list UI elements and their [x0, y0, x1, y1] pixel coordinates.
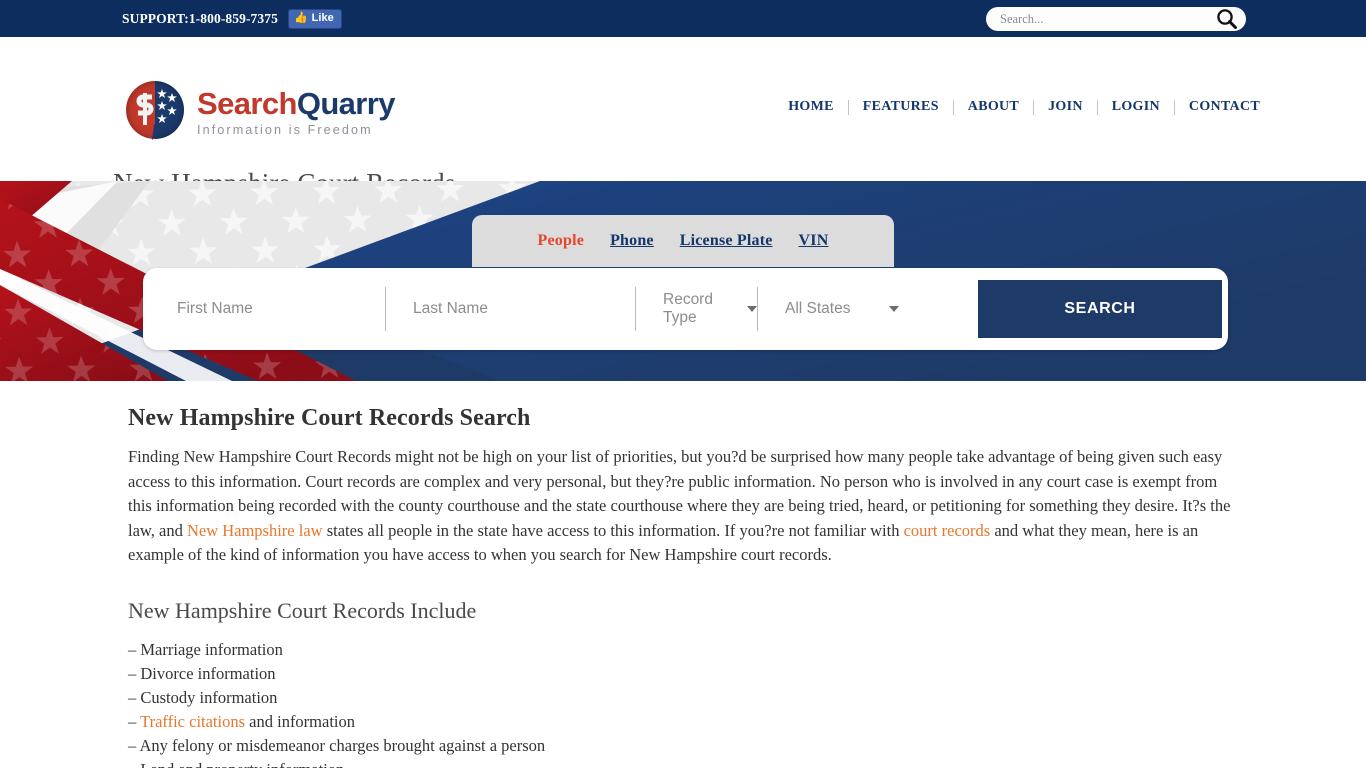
top-utility-bar: SUPPORT:1-800-859-7375 👍 Like — [0, 0, 1366, 37]
list-bullet: – — [128, 663, 141, 683]
list-item: – Divorce information — [128, 662, 1238, 686]
logo-wordmark: SearchQuarry Information is Freedom — [197, 88, 395, 137]
tab-people[interactable]: People — [538, 232, 585, 250]
first-name-field[interactable] — [149, 281, 385, 337]
topbar-left-group: SUPPORT:1-800-859-7375 👍 Like — [122, 8, 342, 29]
chevron-down-icon — [747, 306, 757, 312]
paragraph-part-2: states all people in the state have acce… — [322, 520, 904, 540]
nav-item-about[interactable]: ABOUT — [954, 99, 1033, 115]
record-type-field[interactable]: Record Type — [635, 281, 757, 337]
list-item-text: and information — [245, 711, 356, 731]
link-new-hampshire-law[interactable]: New Hampshire law — [187, 521, 323, 540]
list-item: – Land and property information — [128, 758, 1238, 768]
list-item: – Marriage information — [128, 638, 1238, 662]
nav-item-features[interactable]: FEATURES — [849, 99, 953, 115]
site-search-input[interactable] — [1000, 11, 1214, 27]
nav-item-contact[interactable]: CONTACT — [1175, 99, 1274, 115]
section-title: New Hampshire Court Records Search — [128, 405, 531, 431]
list-item: – Traffic citations and information — [128, 710, 1238, 734]
facebook-like-button[interactable]: 👍 Like — [287, 8, 342, 29]
list-item: – Any felony or misdemeanor charges brou… — [128, 734, 1238, 758]
site-header: SearchQuarry Information is Freedom HOME… — [0, 37, 1366, 198]
record-type-select[interactable]: Record Type — [663, 291, 757, 327]
intro-paragraph: Finding New Hampshire Court Records migh… — [128, 445, 1238, 568]
search-button[interactable]: SEARCH — [978, 280, 1222, 338]
nav-item-login[interactable]: LOGIN — [1098, 99, 1174, 115]
logo-tagline: Information is Freedom — [197, 122, 373, 137]
logo-badge-icon — [126, 81, 188, 143]
nav-item-join[interactable]: JOIN — [1034, 99, 1097, 115]
list-bullet: – — [128, 687, 141, 707]
site-logo[interactable]: SearchQuarry Information is Freedom — [126, 81, 395, 143]
main-navigation: HOME FEATURES ABOUT JOIN LOGIN CONTACT — [774, 99, 1274, 115]
facebook-like-label: Like — [311, 12, 334, 24]
tab-license-plate[interactable]: License Plate — [680, 232, 773, 250]
list-item-text: Marriage information — [140, 639, 283, 659]
logo-word-search: Search — [197, 85, 297, 121]
search-type-tabs: People Phone License Plate VIN — [472, 215, 894, 267]
site-search-box[interactable] — [986, 7, 1246, 31]
last-name-input[interactable] — [413, 300, 635, 318]
state-field[interactable]: All States — [757, 281, 925, 337]
link-court-records[interactable]: court records — [904, 521, 991, 540]
list-item-text: Divorce information — [140, 663, 276, 683]
people-search-form: Record Type All States SEARCH — [143, 268, 1228, 350]
state-label: All States — [785, 300, 851, 317]
list-bullet: – — [128, 639, 141, 659]
subsection-title: New Hampshire Court Records Include — [128, 597, 477, 623]
link-traffic-citations[interactable]: Traffic citations — [140, 712, 245, 731]
thumbs-up-icon: 👍 — [293, 12, 308, 24]
list-bullet: – — [128, 735, 140, 755]
list-bullet: – — [128, 711, 141, 731]
state-select[interactable]: All States — [785, 300, 925, 318]
main-content: New Hampshire Court Records Search Findi… — [0, 405, 1366, 768]
list-item: – Custody information — [128, 686, 1238, 710]
search-icon[interactable] — [1214, 6, 1240, 32]
tab-phone[interactable]: Phone — [610, 232, 654, 250]
record-type-label: Record Type — [663, 291, 713, 326]
chevron-down-icon — [889, 306, 899, 312]
list-item-text: Land and property information — [140, 760, 344, 768]
tab-vin[interactable]: VIN — [799, 232, 829, 250]
logo-word-quarry: Quarry — [296, 85, 396, 121]
records-include-list: – Marriage information – Divorce informa… — [128, 638, 1238, 768]
list-item-text: Any felony or misdemeanor charges brough… — [139, 735, 546, 755]
last-name-field[interactable] — [385, 281, 635, 337]
list-bullet: – — [128, 760, 140, 768]
list-item-text: Custody information — [140, 687, 278, 707]
nav-item-home[interactable]: HOME — [774, 99, 848, 115]
support-phone: SUPPORT:1-800-859-7375 — [122, 10, 278, 26]
first-name-input[interactable] — [177, 300, 385, 318]
